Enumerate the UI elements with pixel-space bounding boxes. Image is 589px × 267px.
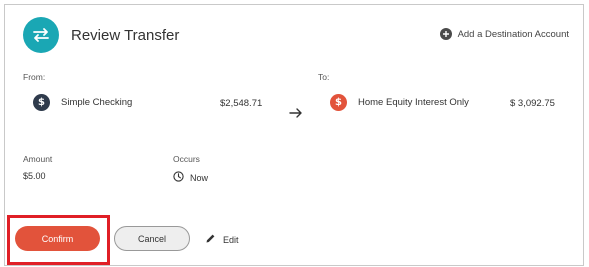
- edit-link[interactable]: Edit: [205, 233, 239, 246]
- dollar-icon: $: [33, 94, 50, 111]
- plus-circle-icon: [439, 28, 452, 40]
- transfer-icon: [23, 17, 59, 53]
- occurs-value-text: Now: [190, 172, 209, 183]
- dollar-icon: $: [330, 94, 347, 111]
- cancel-button[interactable]: Cancel: [114, 226, 190, 251]
- occurs-value: Now: [173, 171, 208, 184]
- to-account: $ Home Equity Interest Only: [330, 94, 469, 111]
- clock-icon: [173, 171, 184, 184]
- from-label: From:: [23, 72, 46, 82]
- confirm-button[interactable]: Confirm: [15, 226, 100, 251]
- from-account-name: Simple Checking: [61, 97, 133, 108]
- arrow-right-icon: [289, 106, 303, 124]
- occurs-label: Occurs: [173, 154, 200, 164]
- amount-label: Amount: [23, 154, 53, 164]
- edit-label: Edit: [223, 234, 239, 245]
- pencil-icon: [205, 233, 216, 246]
- from-account-balance: $2,548.71: [220, 98, 263, 109]
- amount-value: $5.00: [23, 171, 46, 181]
- add-destination-label: Add a Destination Account: [457, 28, 569, 40]
- to-account-balance: $ 3,092.75: [510, 98, 555, 109]
- add-destination-account-link[interactable]: Add a Destination Account: [439, 28, 569, 40]
- from-account: $ Simple Checking: [33, 94, 132, 111]
- page-title: Review Transfer: [71, 27, 180, 44]
- to-label: To:: [318, 72, 330, 82]
- to-account-name: Home Equity Interest Only: [358, 97, 469, 108]
